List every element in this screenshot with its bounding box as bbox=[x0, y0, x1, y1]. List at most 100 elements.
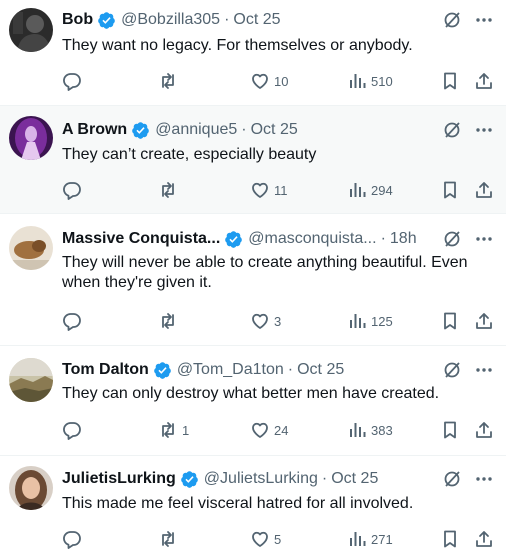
repost-icon bbox=[162, 422, 174, 438]
reply-tweet[interactable]: JulietisLurking @JulietsLurking · Oct 25… bbox=[0, 456, 506, 560]
reply-button[interactable] bbox=[62, 311, 86, 331]
timestamp[interactable]: 18h bbox=[390, 229, 417, 249]
reply-button[interactable] bbox=[62, 71, 86, 91]
repost-icon bbox=[162, 182, 174, 198]
grok-icon[interactable] bbox=[442, 229, 462, 249]
bookmark-button[interactable] bbox=[440, 529, 460, 549]
reply-tweet[interactable]: A Brown @annique5 · Oct 25 They can’t cr… bbox=[0, 106, 506, 214]
user-avatar[interactable] bbox=[9, 116, 53, 160]
more-options-icon[interactable] bbox=[474, 120, 494, 140]
tweet-header: JulietisLurking @JulietsLurking · Oct 25 bbox=[62, 469, 426, 489]
views-button[interactable]: 294 bbox=[347, 180, 393, 200]
verified-badge-icon[interactable] bbox=[224, 230, 243, 249]
reply-icon bbox=[63, 531, 81, 549]
like-button[interactable]: 11 bbox=[250, 180, 288, 200]
reply-button[interactable] bbox=[62, 180, 86, 200]
user-avatar[interactable] bbox=[9, 358, 53, 402]
user-avatar[interactable] bbox=[9, 8, 53, 52]
more-options-icon[interactable] bbox=[474, 360, 494, 380]
timestamp[interactable]: Oct 25 bbox=[297, 360, 344, 380]
reply-tweet[interactable]: Tom Dalton @Tom_Da1ton · Oct 25 They can… bbox=[0, 346, 506, 456]
like-button[interactable]: 3 bbox=[250, 311, 281, 331]
timestamp[interactable]: Oct 25 bbox=[251, 120, 298, 140]
grok-icon[interactable] bbox=[442, 120, 462, 140]
display-name[interactable]: Bob bbox=[62, 10, 93, 30]
timestamp[interactable]: Oct 25 bbox=[331, 469, 378, 489]
display-name[interactable]: Tom Dalton bbox=[62, 360, 149, 380]
share-button[interactable] bbox=[474, 311, 494, 331]
reply-button[interactable] bbox=[62, 529, 86, 549]
user-avatar[interactable] bbox=[9, 466, 53, 510]
reply-icon bbox=[63, 73, 81, 91]
verified-badge-icon[interactable] bbox=[153, 361, 172, 380]
views-button[interactable]: 271 bbox=[347, 529, 393, 549]
view-count: 125 bbox=[371, 313, 393, 329]
like-count: 5 bbox=[274, 531, 282, 547]
like-button[interactable]: 10 bbox=[250, 71, 288, 91]
reply-icon bbox=[63, 182, 81, 200]
heart-icon bbox=[252, 73, 268, 89]
grok-icon[interactable] bbox=[442, 469, 462, 489]
tweet-header: Bob @Bobzilla305 · Oct 25 bbox=[62, 10, 426, 30]
like-button[interactable]: 5 bbox=[250, 529, 281, 549]
repost-button[interactable] bbox=[158, 71, 182, 91]
display-name[interactable]: JulietisLurking bbox=[62, 469, 176, 489]
verified-badge-icon[interactable] bbox=[97, 11, 116, 30]
view-count: 271 bbox=[371, 531, 393, 547]
like-count: 24 bbox=[274, 422, 289, 438]
grok-icon[interactable] bbox=[442, 10, 462, 30]
repost-button[interactable]: 1 bbox=[158, 420, 189, 440]
more-options-icon[interactable] bbox=[474, 229, 494, 249]
reply-button[interactable] bbox=[62, 420, 86, 440]
heart-icon bbox=[252, 422, 268, 438]
tweet-top-actions bbox=[442, 360, 494, 380]
purple-figure-avatar bbox=[9, 116, 53, 160]
repost-count: 1 bbox=[182, 422, 190, 438]
tweet-text: They can only destroy what better men ha… bbox=[62, 385, 440, 402]
repost-icon bbox=[162, 531, 174, 547]
reply-tweet[interactable]: Bob @Bobzilla305 · Oct 25 They want no l… bbox=[0, 0, 506, 106]
reply-feed: Bob @Bobzilla305 · Oct 25 They want no l… bbox=[0, 0, 506, 560]
share-button[interactable] bbox=[474, 71, 494, 91]
verified-badge-icon[interactable] bbox=[180, 470, 199, 489]
grok-icon[interactable] bbox=[442, 360, 462, 380]
share-button[interactable] bbox=[474, 420, 494, 440]
bookmark-button[interactable] bbox=[440, 311, 460, 331]
user-handle[interactable]: @masconquista... bbox=[248, 229, 376, 249]
dark-portrait-avatar bbox=[9, 8, 53, 52]
user-avatar[interactable] bbox=[9, 226, 53, 270]
views-button[interactable]: 383 bbox=[347, 420, 393, 440]
bookmark-button[interactable] bbox=[440, 71, 460, 91]
action-bar: 3 125 bbox=[62, 311, 494, 331]
share-button[interactable] bbox=[474, 180, 494, 200]
user-handle[interactable]: @JulietsLurking bbox=[204, 469, 318, 489]
bookmark-button[interactable] bbox=[440, 180, 460, 200]
like-button[interactable]: 24 bbox=[250, 420, 288, 440]
view-count: 383 bbox=[371, 422, 393, 438]
repost-button[interactable] bbox=[158, 529, 182, 549]
bookmark-icon bbox=[444, 312, 456, 330]
verified-badge-icon[interactable] bbox=[131, 121, 150, 140]
analytics-icon bbox=[350, 532, 366, 546]
share-icon bbox=[476, 73, 492, 89]
repost-button[interactable] bbox=[158, 311, 182, 331]
display-name[interactable]: Massive Conquista... bbox=[62, 229, 220, 249]
view-count: 510 bbox=[371, 73, 393, 89]
timestamp[interactable]: Oct 25 bbox=[233, 10, 280, 30]
bookmark-button[interactable] bbox=[440, 420, 460, 440]
repost-button[interactable] bbox=[158, 180, 182, 200]
reply-tweet[interactable]: Massive Conquista... @masconquista... · … bbox=[0, 214, 506, 346]
display-name[interactable]: A Brown bbox=[62, 120, 127, 140]
views-button[interactable]: 510 bbox=[347, 71, 393, 91]
user-handle[interactable]: @Bobzilla305 bbox=[121, 10, 220, 30]
view-count: 294 bbox=[371, 182, 393, 198]
user-handle[interactable]: @Tom_Da1ton bbox=[177, 360, 284, 380]
more-options-icon[interactable] bbox=[474, 10, 494, 30]
share-button[interactable] bbox=[474, 529, 494, 549]
tweet-top-actions bbox=[442, 120, 494, 140]
tweet-header: A Brown @annique5 · Oct 25 bbox=[62, 120, 426, 140]
views-button[interactable]: 125 bbox=[347, 311, 393, 331]
action-bar: 10 510 bbox=[62, 71, 494, 91]
more-options-icon[interactable] bbox=[474, 469, 494, 489]
user-handle[interactable]: @annique5 bbox=[155, 120, 237, 140]
